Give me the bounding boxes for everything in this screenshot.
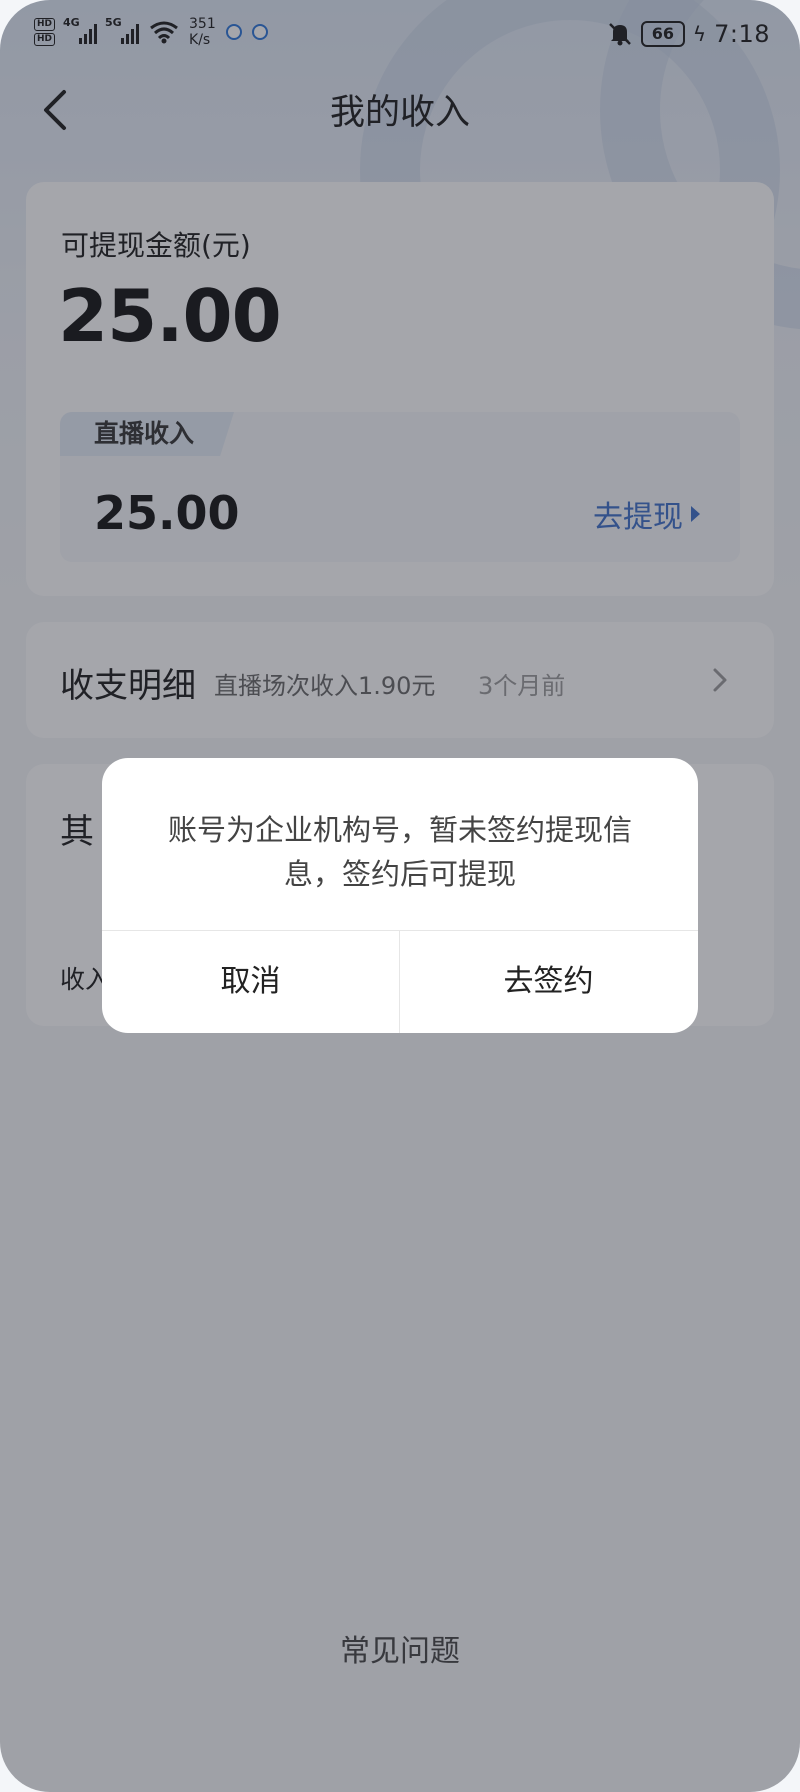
screen: HD HD 4G 5G 351 K/s 66 ϟ 7:18 我的收入 可提现金额… (0, 0, 800, 1792)
sign-contract-dialog: 账号为企业机构号，暂未签约提现信息，签约后可提现 取消 去签约 (102, 758, 698, 1033)
cancel-button[interactable]: 取消 (102, 931, 399, 1033)
sign-contract-button[interactable]: 去签约 (400, 931, 697, 1033)
dialog-message: 账号为企业机构号，暂未签约提现信息，签约后可提现 (167, 813, 632, 891)
